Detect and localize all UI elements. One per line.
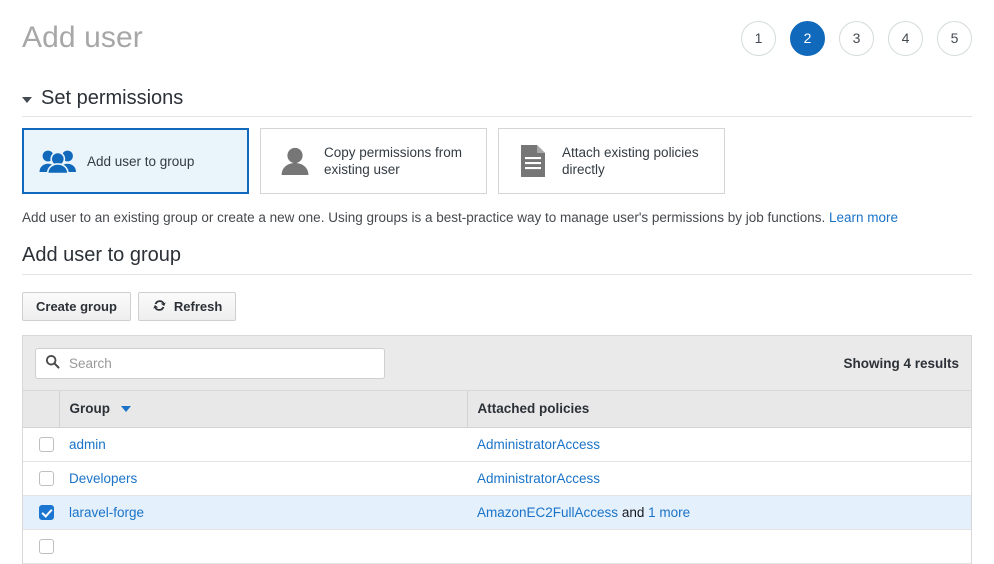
column-header-group[interactable]: Group xyxy=(59,391,468,428)
row-checkbox-cell[interactable] xyxy=(23,427,59,462)
table-row[interactable]: Developers AdministratorAccess xyxy=(23,461,971,496)
card-copy-permissions[interactable]: Copy permissions from existing user xyxy=(260,128,487,194)
column-header-attached-policies[interactable]: Attached policies xyxy=(467,391,971,428)
table-row[interactable]: laravel-forge AmazonEC2FullAccess and 1 … xyxy=(23,495,971,530)
attached-policies-cell xyxy=(467,529,971,564)
row-checkbox-cell[interactable] xyxy=(23,529,59,564)
table-row[interactable]: admin AdministratorAccess xyxy=(23,427,971,462)
page-header: Add user 1 2 3 4 5 xyxy=(22,14,972,62)
policy-separator: and xyxy=(618,504,649,520)
groups-table: Group Attached policies admin Administra… xyxy=(23,391,971,564)
add-user-page: Add user 1 2 3 4 5 Set permissions Add u… xyxy=(0,0,994,564)
page-title: Add user xyxy=(22,21,143,54)
group-name-cell: admin xyxy=(59,427,467,462)
add-user-to-group-header: Add user to group xyxy=(22,243,972,275)
permission-option-cards: Add user to group Copy permissions from … xyxy=(22,128,725,194)
sort-descending-icon[interactable] xyxy=(120,406,131,413)
step-3[interactable]: 3 xyxy=(839,20,874,56)
set-permissions-header[interactable]: Set permissions xyxy=(22,86,972,117)
group-link[interactable]: Developers xyxy=(69,471,137,486)
refresh-button[interactable]: Refresh xyxy=(137,292,237,321)
step-1[interactable]: 1 xyxy=(741,20,776,56)
group-users-icon xyxy=(38,148,78,174)
groups-panel: Showing 4 results Group Attached policie… xyxy=(22,335,972,564)
refresh-icon xyxy=(152,298,167,316)
policy-more-link[interactable]: 1 more xyxy=(648,505,690,520)
refresh-label: Refresh xyxy=(173,299,223,314)
card-add-user-to-group[interactable]: Add user to group xyxy=(22,128,249,194)
set-permissions-title: Set permissions xyxy=(41,87,184,109)
group-link[interactable]: laravel-forge xyxy=(69,505,144,520)
create-group-label: Create group xyxy=(36,299,117,314)
step-2[interactable]: 2 xyxy=(790,20,825,56)
table-header-row: Group Attached policies xyxy=(23,391,971,428)
card-label: Add user to group xyxy=(87,153,195,169)
group-link[interactable]: admin xyxy=(69,437,106,452)
attached-policies-cell: AdministratorAccess xyxy=(467,461,971,496)
learn-more-link[interactable]: Learn more xyxy=(829,210,898,225)
chevron-down-icon[interactable] xyxy=(22,96,32,103)
row-checkbox[interactable] xyxy=(38,470,54,486)
row-checkbox[interactable] xyxy=(38,504,54,520)
select-all-column-header xyxy=(23,391,60,428)
card-attach-policies[interactable]: Attach existing policies directly xyxy=(498,128,725,194)
policy-link[interactable]: AdministratorAccess xyxy=(477,471,600,486)
step-indicator: 1 2 3 4 5 xyxy=(741,20,972,56)
user-silhouette-icon xyxy=(275,146,315,176)
table-row[interactable] xyxy=(23,529,971,564)
groups-toolbar: Showing 4 results xyxy=(23,336,971,391)
policy-link[interactable]: AmazonEC2FullAccess xyxy=(477,505,618,520)
row-checkbox-cell[interactable] xyxy=(23,495,59,530)
step-4[interactable]: 4 xyxy=(888,20,923,56)
document-lines-icon xyxy=(513,144,553,178)
group-actions-toolbar: Create group Refresh xyxy=(22,292,237,321)
card-label: Attach existing policies directly xyxy=(562,145,699,177)
row-checkbox[interactable] xyxy=(38,538,54,554)
row-checkbox-cell[interactable] xyxy=(23,461,59,496)
attached-policies-cell: AdministratorAccess xyxy=(467,427,971,462)
step-5[interactable]: 5 xyxy=(937,20,972,56)
description-text: Add user to an existing group or create … xyxy=(22,210,826,225)
group-name-cell: laravel-forge xyxy=(59,495,467,530)
search-box[interactable] xyxy=(35,347,385,379)
group-name-cell xyxy=(59,529,467,564)
card-label: Copy permissions from existing user xyxy=(324,145,463,177)
column-header-group-label: Group xyxy=(69,401,111,417)
permissions-description: Add user to an existing group or create … xyxy=(22,209,984,227)
results-count: Showing 4 results xyxy=(843,355,959,371)
search-input[interactable] xyxy=(67,349,357,377)
row-checkbox[interactable] xyxy=(38,436,54,452)
attached-policies-cell: AmazonEC2FullAccess and 1 more xyxy=(467,495,971,530)
create-group-button[interactable]: Create group xyxy=(22,292,131,321)
search-icon xyxy=(45,354,60,372)
group-name-cell: Developers xyxy=(59,461,467,496)
policy-link[interactable]: AdministratorAccess xyxy=(477,437,600,452)
column-header-attached-policies-label: Attached policies xyxy=(477,401,590,417)
add-user-to-group-title: Add user to group xyxy=(22,244,181,266)
